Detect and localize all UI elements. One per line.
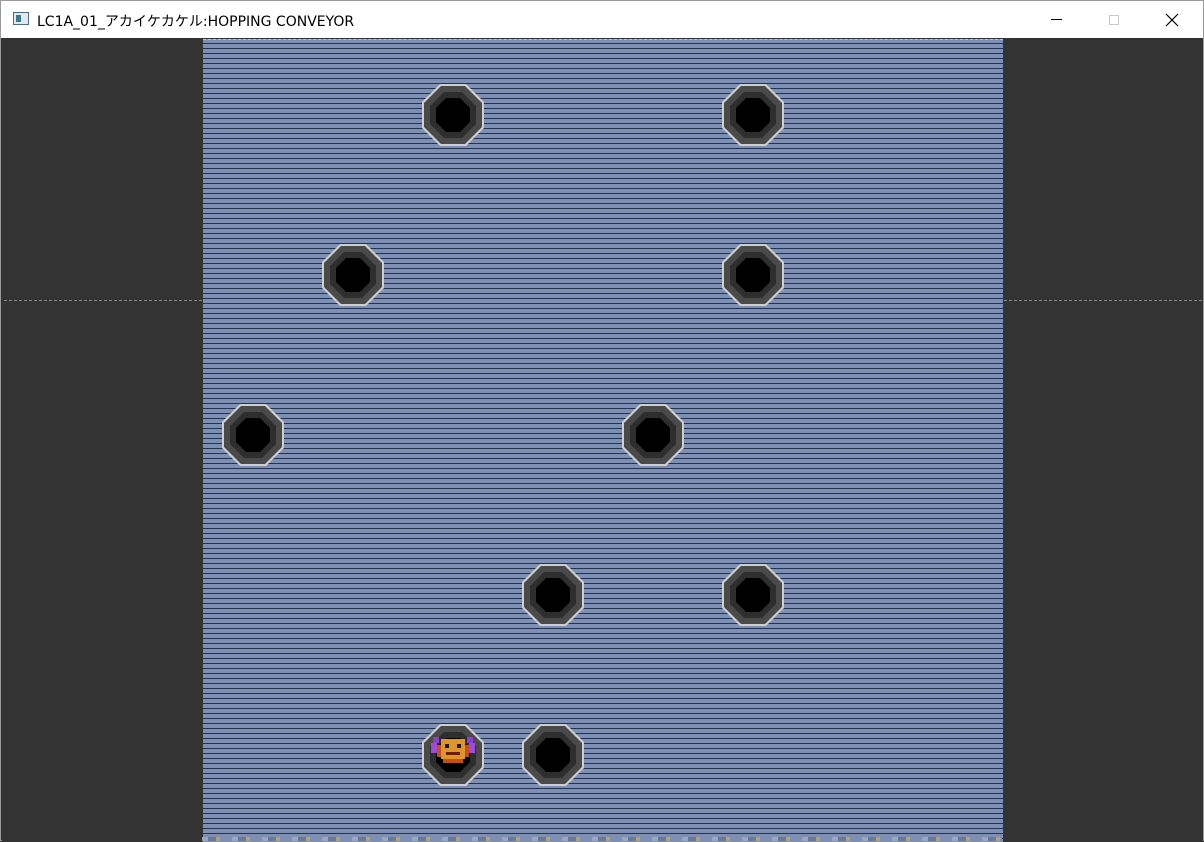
player-character-icon xyxy=(421,723,485,787)
conveyor-hole xyxy=(621,403,685,467)
conveyor-hole xyxy=(321,243,385,307)
conveyor-hole xyxy=(721,83,785,147)
game-window: LC1A_01_アカイケカケル:HOPPING CONVEYOR xyxy=(0,0,1204,842)
minimize-icon xyxy=(1050,19,1062,20)
conveyor-hole xyxy=(721,563,785,627)
minimize-button[interactable] xyxy=(1027,1,1085,38)
close-button[interactable] xyxy=(1143,1,1201,38)
window-title: LC1A_01_アカイケカケル:HOPPING CONVEYOR xyxy=(37,14,355,30)
app-window-icon xyxy=(13,12,29,25)
conveyor-hole xyxy=(721,243,785,307)
title-bar[interactable]: LC1A_01_アカイケカケル:HOPPING CONVEYOR xyxy=(1,1,1203,38)
game-canvas[interactable] xyxy=(2,38,1203,842)
bottom-edge-strip xyxy=(202,837,1002,841)
conveyor-hole xyxy=(521,723,585,787)
maximize-icon xyxy=(1109,14,1119,25)
close-icon xyxy=(1165,13,1179,26)
conveyor-hole xyxy=(421,83,485,147)
conveyor-hole xyxy=(221,403,285,467)
left-side-marker xyxy=(4,300,202,301)
right-side-marker xyxy=(1004,300,1202,301)
maximize-button[interactable] xyxy=(1085,1,1143,38)
conveyor-hole xyxy=(521,563,585,627)
conveyor-belt xyxy=(203,39,1003,842)
